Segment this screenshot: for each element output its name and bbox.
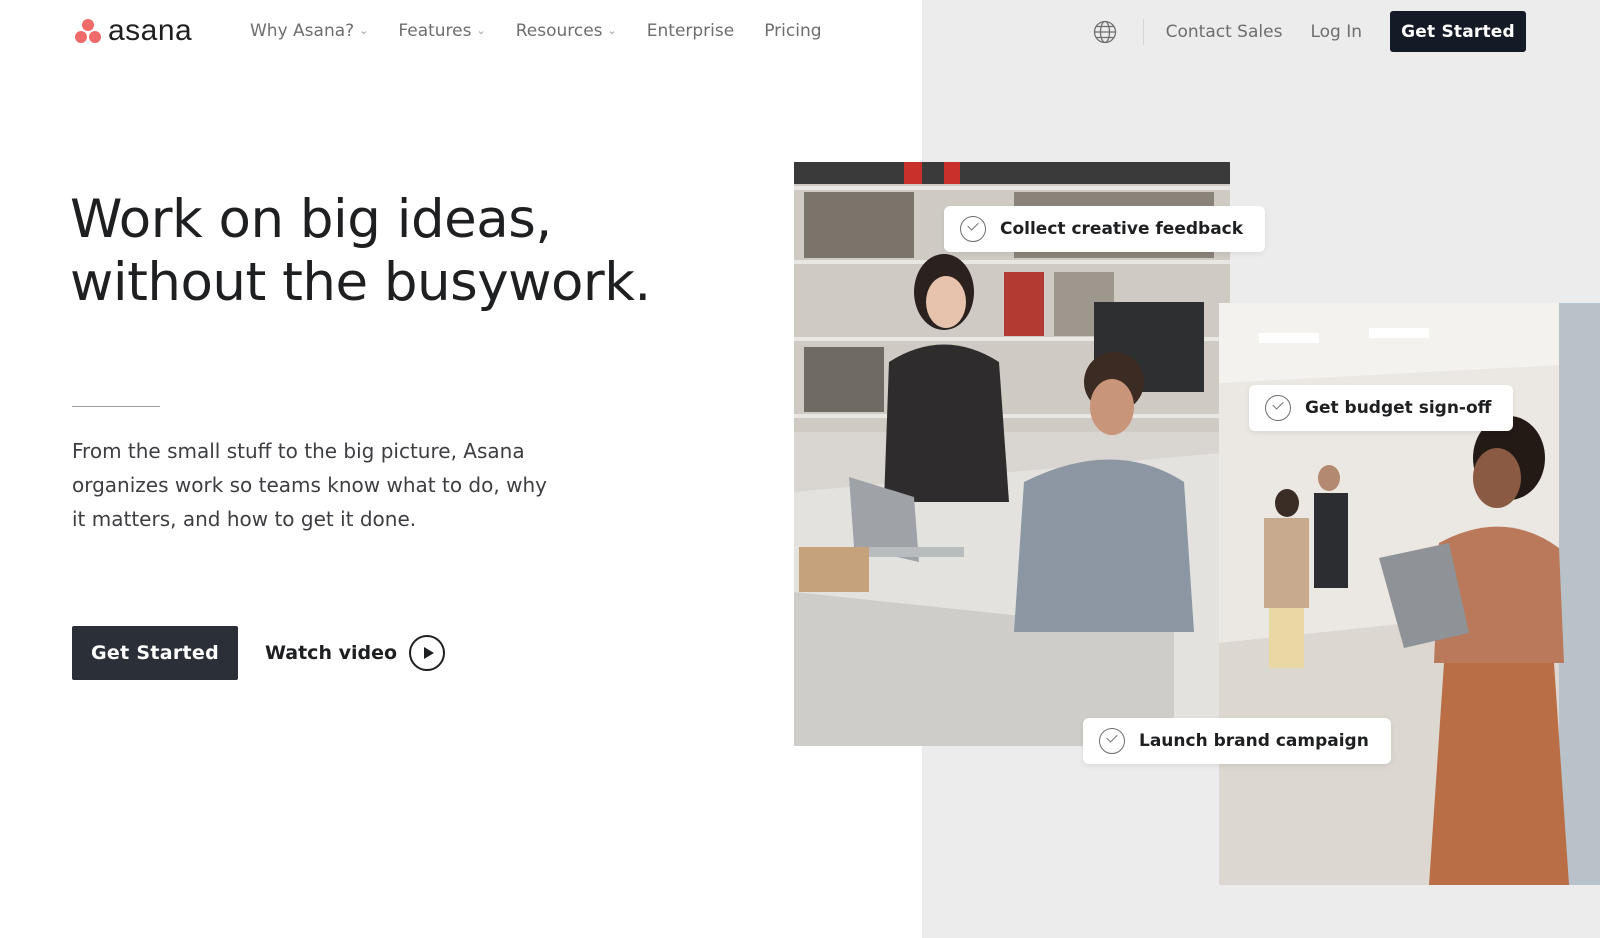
nav-features-label: Features (398, 21, 472, 41)
check-circle-icon (1265, 395, 1291, 421)
nav-links: Why Asana? ⌄ Features ⌄ Resources ⌄ Ente… (250, 20, 852, 42)
chevron-down-icon: ⌄ (476, 24, 486, 37)
nav-pricing[interactable]: Pricing (764, 20, 821, 42)
nav-pricing-label: Pricing (764, 21, 822, 41)
hero-get-started-button[interactable]: Get Started (72, 626, 238, 680)
nav-resources-label: Resources (515, 21, 603, 41)
play-icon (409, 635, 446, 671)
nav-features[interactable]: Features ⌄ (398, 20, 485, 42)
check-circle-icon (960, 216, 986, 242)
globe-icon[interactable] (1093, 20, 1117, 44)
nav-resources[interactable]: Resources ⌄ (516, 20, 617, 42)
nav-enterprise-label: Enterprise (646, 21, 735, 41)
hero-title: Work on big ideas, without the busywork. (70, 188, 710, 314)
chevron-down-icon: ⌄ (607, 24, 617, 37)
hero-divider (72, 406, 160, 407)
hero-title-line1: Work on big ideas, (70, 189, 552, 250)
nav-right: Contact Sales Log In Get Started (1093, 11, 1526, 52)
asana-logo[interactable]: asana (74, 16, 192, 46)
nav-get-started-button[interactable]: Get Started (1390, 11, 1526, 52)
task-tag-collect-feedback: Collect creative feedback (944, 206, 1266, 252)
task-tag-launch-campaign: Launch brand campaign (1083, 718, 1391, 764)
nav-enterprise[interactable]: Enterprise (647, 20, 734, 42)
watch-video-button[interactable]: Watch video (265, 633, 446, 673)
watch-video-label: Watch video (265, 642, 398, 664)
task-tag-label: Collect creative feedback (1000, 219, 1244, 239)
task-tag-budget-signoff: Get budget sign-off (1249, 385, 1514, 431)
hero-description: From the small stuff to the big picture,… (72, 439, 547, 531)
task-tag-label: Launch brand campaign (1139, 731, 1369, 751)
hero-title-line2: without the busywork. (70, 252, 651, 313)
nav-why-asana[interactable]: Why Asana? ⌄ (250, 20, 368, 42)
log-in-link[interactable]: Log In (1310, 22, 1362, 42)
logo-text: asana (108, 14, 193, 47)
top-navigation: asana Why Asana? ⌄ Features ⌄ Resources … (0, 0, 1600, 64)
task-tag-label: Get budget sign-off (1305, 398, 1492, 418)
check-circle-icon (1099, 728, 1125, 754)
nav-divider (1142, 18, 1144, 45)
contact-sales-link[interactable]: Contact Sales (1166, 22, 1283, 42)
asana-dots-icon (74, 18, 102, 44)
chevron-down-icon: ⌄ (359, 24, 369, 37)
nav-why-asana-label: Why Asana? (250, 21, 355, 41)
